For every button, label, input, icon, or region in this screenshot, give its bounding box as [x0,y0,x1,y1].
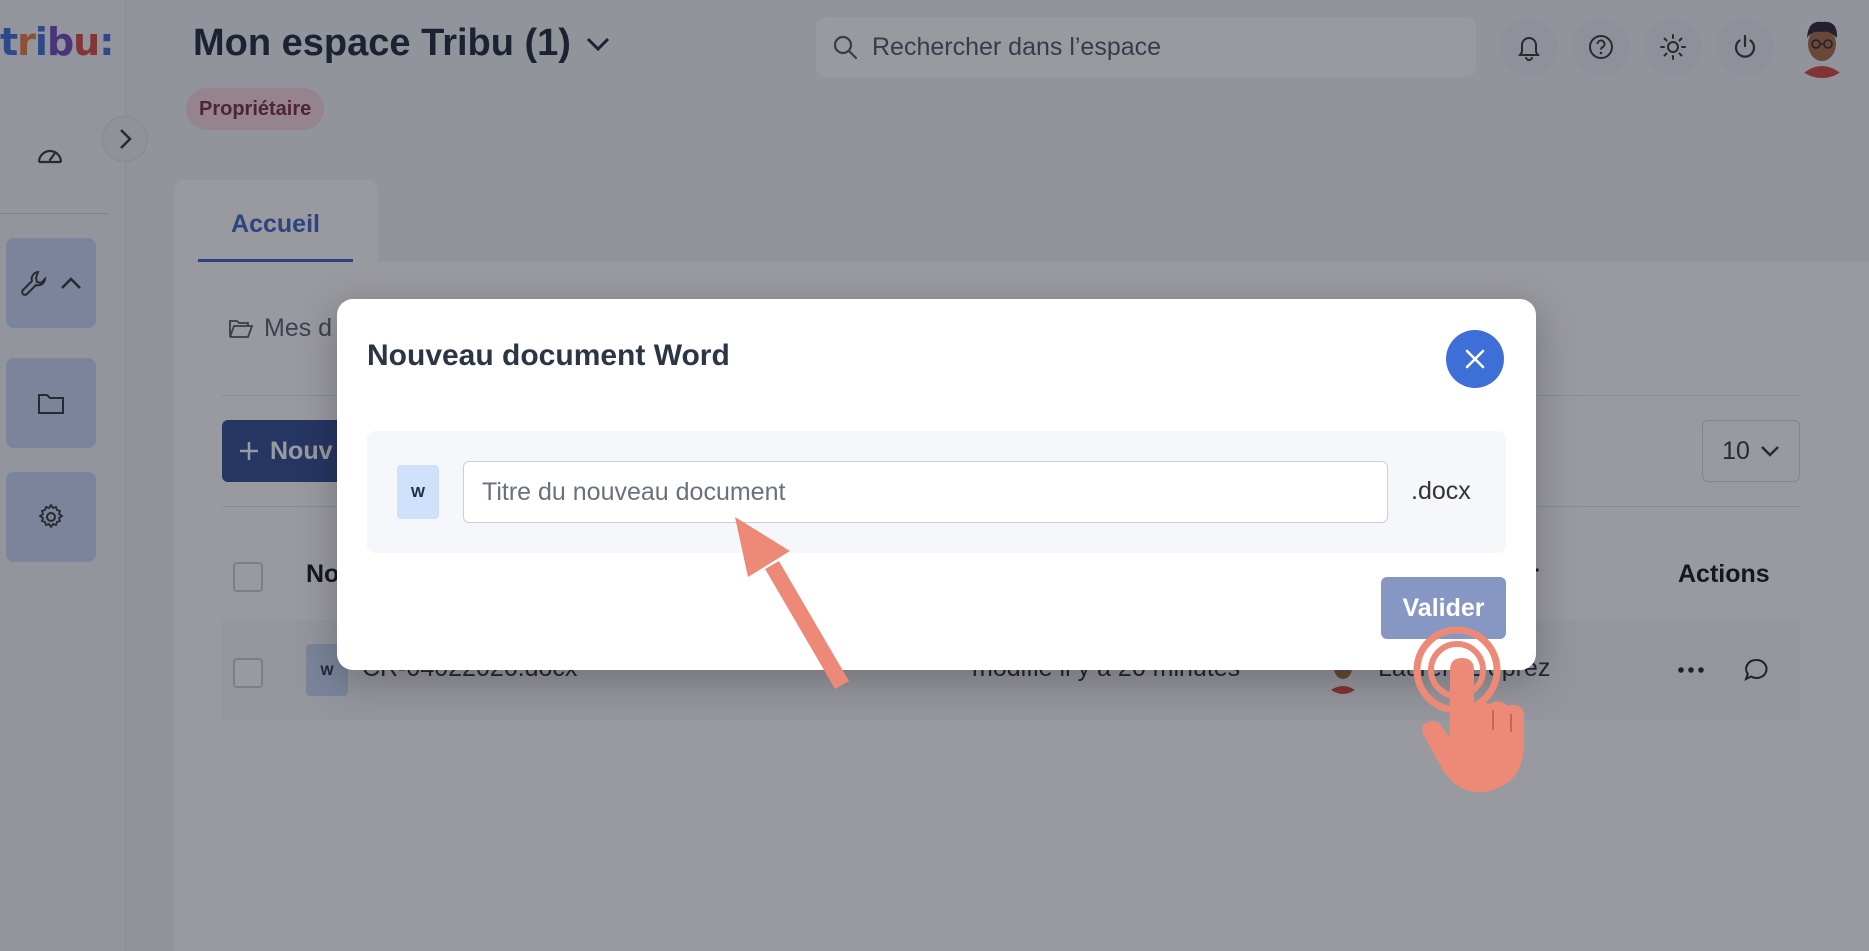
validate-button[interactable]: Valider [1381,577,1506,639]
dialog-title: Nouveau document Word [367,339,730,372]
word-file-icon: W [397,465,439,519]
close-icon [1465,349,1485,369]
document-title-input[interactable] [463,461,1388,523]
new-word-document-dialog: Nouveau document Word W .docx Valider [337,299,1536,670]
close-button[interactable] [1446,330,1504,388]
file-extension-label: .docx [1411,477,1471,505]
